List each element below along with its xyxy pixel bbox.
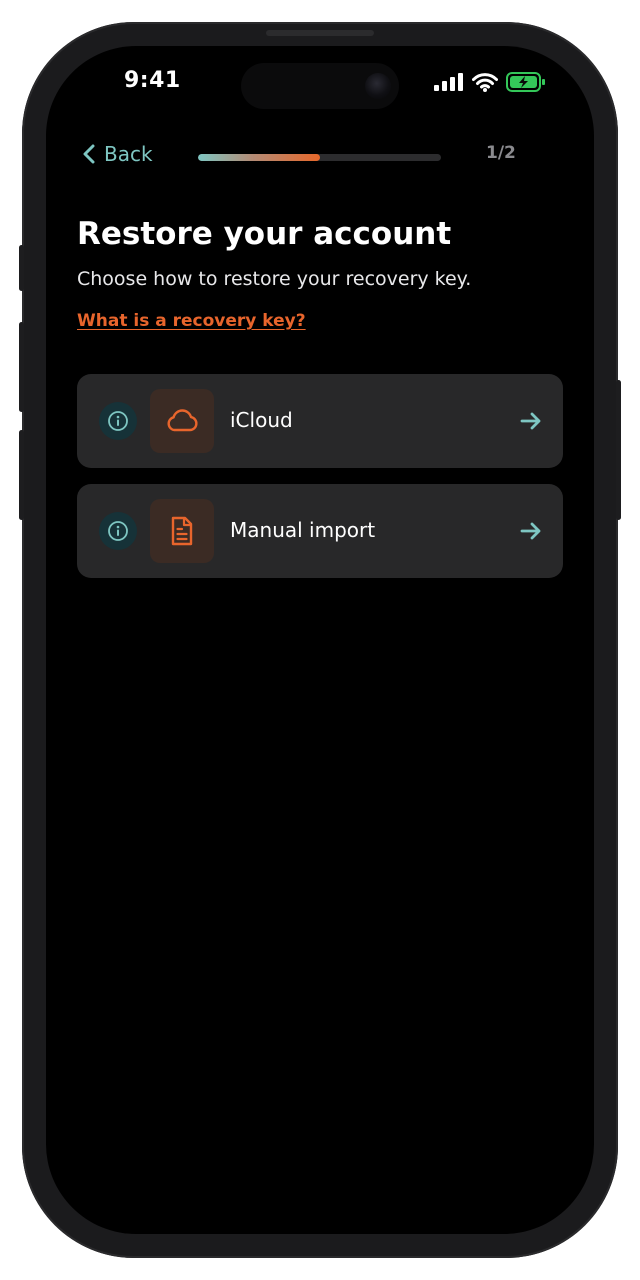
- info-button[interactable]: [99, 402, 137, 440]
- chevron-left-icon: [83, 144, 95, 164]
- info-icon: [108, 521, 128, 541]
- action-button: [19, 245, 24, 291]
- cellular-signal-icon: [434, 73, 463, 91]
- battery-charging-icon: [506, 72, 545, 92]
- progress-bar: [198, 154, 441, 161]
- back-button[interactable]: Back: [82, 142, 153, 166]
- front-camera: [365, 73, 391, 99]
- nav-bar: Back 1/2: [46, 142, 594, 172]
- speaker-grille: [266, 30, 374, 36]
- option-manual-import[interactable]: Manual import: [77, 484, 563, 578]
- status-icons: [434, 72, 546, 92]
- recovery-key-help-link[interactable]: What is a recovery key?: [77, 311, 306, 331]
- phone-screen: 9:41 Back 1/2 Restore your account Choos…: [46, 46, 594, 1234]
- option-label: Manual import: [230, 518, 376, 542]
- page-title: Restore your account: [77, 216, 452, 252]
- dynamic-island: [241, 63, 399, 109]
- option-label: iCloud: [230, 408, 293, 432]
- info-icon: [108, 411, 128, 431]
- volume-down-button: [19, 430, 24, 520]
- option-icloud[interactable]: iCloud: [77, 374, 563, 468]
- step-indicator: 1/2: [486, 143, 516, 163]
- arrow-right-icon: [520, 412, 541, 430]
- back-label: Back: [104, 142, 153, 166]
- option-icon-tile: [150, 499, 214, 563]
- cloud-icon: [167, 409, 198, 432]
- status-time: 9:41: [124, 68, 181, 93]
- volume-up-button: [19, 322, 24, 412]
- wifi-icon: [472, 72, 498, 92]
- progress-fill: [198, 154, 320, 161]
- arrow-right-icon: [520, 522, 541, 540]
- power-button: [616, 380, 621, 520]
- option-icon-tile: [150, 389, 214, 453]
- document-icon: [171, 516, 193, 546]
- page-subtitle: Choose how to restore your recovery key.: [77, 268, 472, 290]
- info-button[interactable]: [99, 512, 137, 550]
